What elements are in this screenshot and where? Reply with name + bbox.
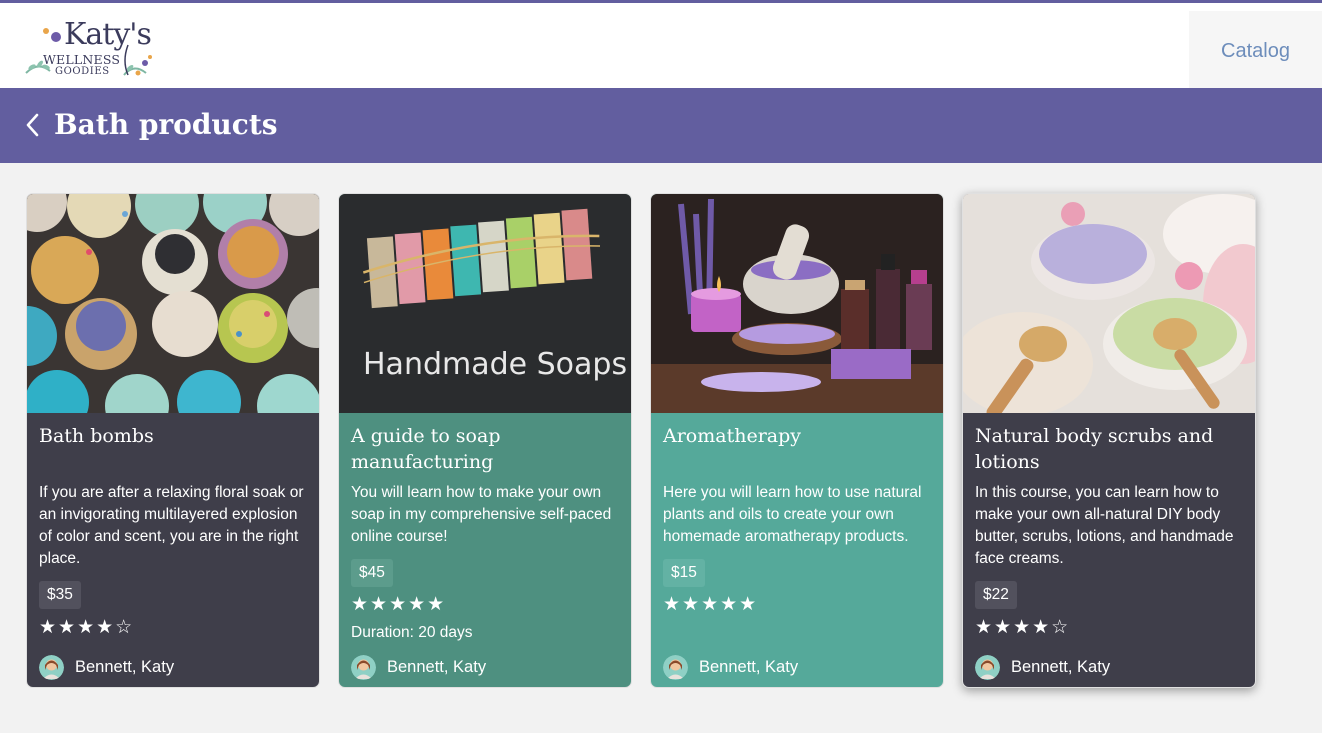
course-card-aromatherapy[interactable]: Aromatherapy Here you will learn how to … <box>650 193 944 688</box>
chevron-left-icon <box>26 113 39 137</box>
course-card-body-scrubs[interactable]: Natural body scrubs and lotions In this … <box>962 193 1256 688</box>
page-title-bar: Bath products <box>0 88 1322 163</box>
avatar <box>351 654 376 680</box>
course-author: Bennett, Katy <box>39 654 174 680</box>
author-name: Bennett, Katy <box>387 657 487 676</box>
course-title[interactable]: Bath bombs <box>39 423 309 449</box>
course-card-soap-manufacturing[interactable]: Handmade Soaps A guide to soap manufactu… <box>338 193 632 688</box>
course-title[interactable]: Aromatherapy <box>663 423 933 449</box>
author-name: Bennett, Katy <box>699 657 799 676</box>
course-duration: Duration: 20 days <box>351 624 473 641</box>
logo-title: Katy's <box>64 17 152 52</box>
rating-stars: ★★★★☆ <box>975 617 1071 638</box>
course-description: In this course, you can learn how to mak… <box>975 484 1234 567</box>
course-description: Here you will learn how to use natural p… <box>663 484 922 545</box>
author-name: Bennett, Katy <box>1011 657 1111 676</box>
logo-subtitle-wellness: WELLNESS <box>43 52 121 67</box>
avatar <box>975 654 1000 680</box>
author-name: Bennett, Katy <box>75 657 175 676</box>
site-logo[interactable]: Katy's WELLNESS GOODIES <box>24 15 164 79</box>
course-image-handmade-soaps: Handmade Soaps <box>339 194 631 413</box>
rating-stars: ★★★★★ <box>351 594 447 615</box>
course-author: Bennett, Katy <box>663 654 798 680</box>
course-image-bath-bombs <box>27 194 319 413</box>
back-button[interactable] <box>22 112 44 138</box>
price-badge: $35 <box>39 581 81 609</box>
course-image-aromatherapy <box>651 194 943 413</box>
rating-stars: ★★★★★ <box>663 594 759 615</box>
course-author: Bennett, Katy <box>351 654 486 680</box>
course-title[interactable]: A guide to soap manufacturing <box>351 423 621 475</box>
site-header: Katy's WELLNESS GOODIES Catalog <box>0 3 1322 91</box>
logo-subtitle-goodies: GOODIES <box>55 66 110 77</box>
catalog-link[interactable]: Catalog <box>1189 11 1322 91</box>
course-description: You will learn how to make your own soap… <box>351 484 612 545</box>
price-badge: $22 <box>975 581 1017 609</box>
price-badge: $45 <box>351 559 393 587</box>
course-image-body-scrubs <box>963 194 1255 413</box>
course-title[interactable]: Natural body scrubs and lotions <box>975 423 1245 475</box>
rating-stars: ★★★★☆ <box>39 617 135 638</box>
course-card-bath-bombs[interactable]: Bath bombs If you are after a relaxing f… <box>26 193 320 688</box>
image-caption: Handmade Soaps <box>363 347 627 382</box>
price-badge: $15 <box>663 559 705 587</box>
page-title: Bath products <box>54 108 278 141</box>
course-author: Bennett, Katy <box>975 654 1110 680</box>
course-description: If you are after a relaxing floral soak … <box>39 484 304 567</box>
avatar <box>663 654 688 680</box>
avatar <box>39 654 64 680</box>
